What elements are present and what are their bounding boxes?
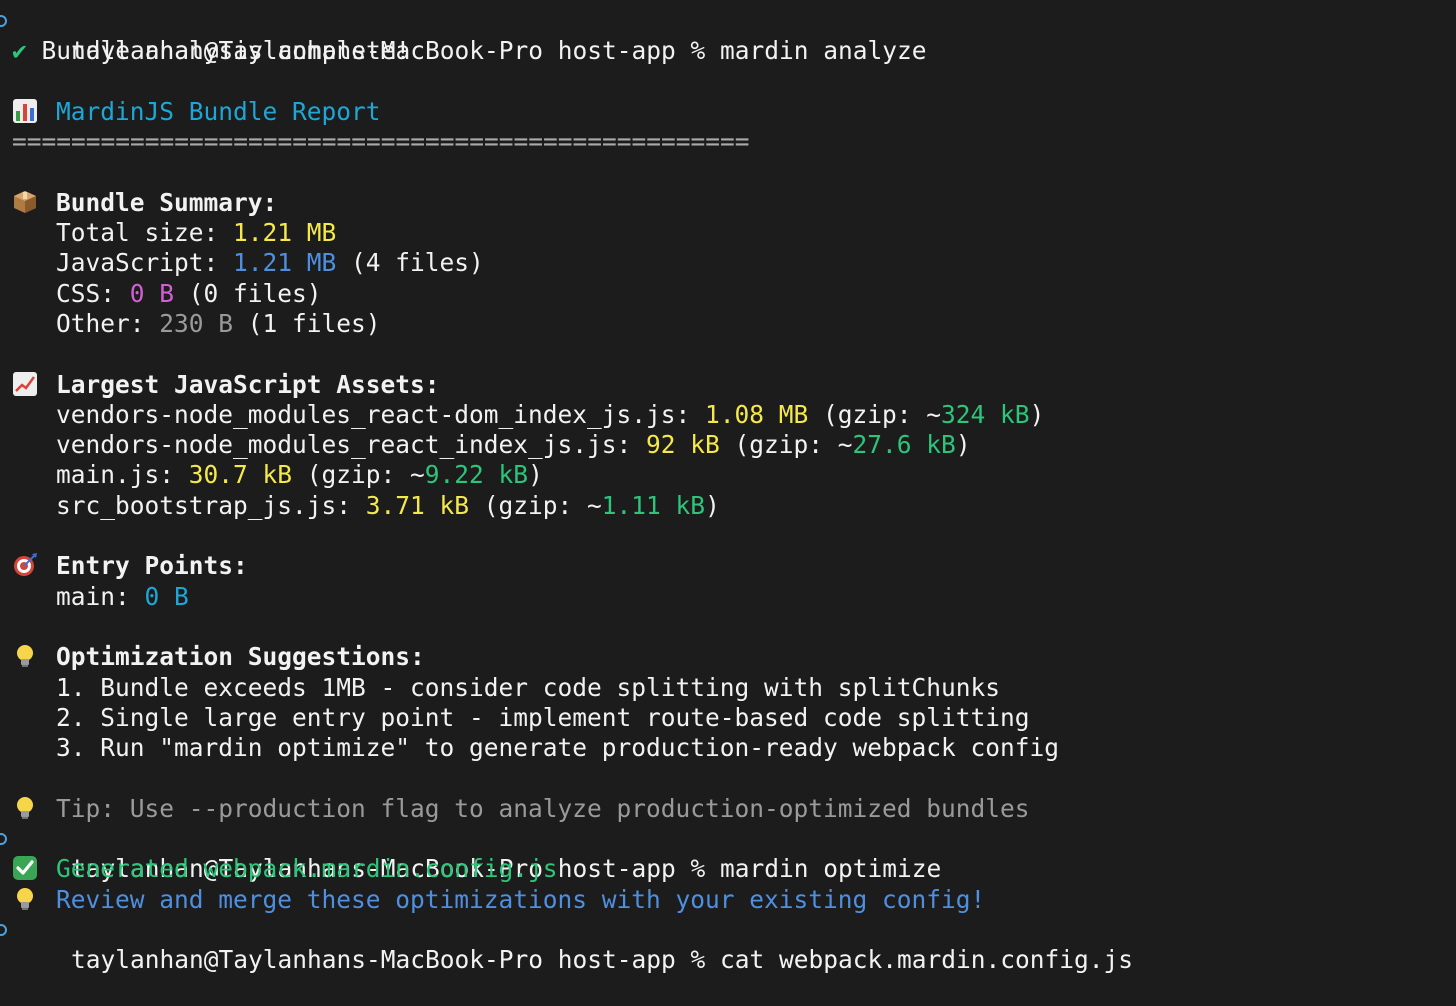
asset-gzip-size: 1.11 kB — [601, 490, 706, 520]
light-bulb-icon — [12, 795, 40, 821]
css-files: (0 files) — [174, 278, 322, 308]
asset-size: 3.71 kB — [365, 490, 470, 520]
javascript-label: JavaScript: — [56, 248, 234, 278]
prompt: taylanhan@Taylanhans-MacBook-Pro host-ap… — [71, 945, 721, 975]
suggestions-heading: Optimization Suggestions: — [56, 642, 425, 672]
asset-gzip-label: (gzip: ~ — [719, 430, 853, 460]
asset-name: vendors-node_modules_react_index_js.js: — [56, 430, 647, 460]
entry-label: main: — [56, 581, 145, 611]
suggestion-item: 3. Run "mardin optimize" to generate pro… — [56, 733, 1060, 763]
package-icon — [12, 189, 40, 215]
suggestions-heading-line: Optimization Suggestions: — [0, 642, 1456, 672]
css-value: 0 B — [129, 278, 175, 308]
asset-gzip-label: (gzip: ~ — [808, 399, 942, 429]
asset-row: vendors-node_modules_react-dom_index_js.… — [0, 400, 1456, 430]
prompt-marker-icon — [0, 15, 7, 27]
asset-gzip-size: 9.22 kB — [424, 460, 529, 490]
bar-chart-icon — [12, 98, 40, 124]
other-files: (1 files) — [233, 308, 381, 338]
prompt-line: taylanhan@Taylanhans-MacBook-Pro host-ap… — [0, 6, 1456, 65]
review-text: Review and merge these optimizations wit… — [56, 884, 986, 914]
asset-gzip-size: 324 kB — [941, 399, 1030, 429]
review-line: Review and merge these optimizations wit… — [0, 885, 1456, 915]
terminal-output[interactable]: taylanhan@Taylanhans-MacBook-Pro host-ap… — [0, 6, 1456, 974]
total-size-label: Total size: — [56, 218, 234, 248]
chart-increasing-icon — [12, 371, 40, 397]
entry-row: main: 0 B — [0, 582, 1456, 612]
status-line: ✔ Bundle analysis complete! — [0, 36, 1456, 66]
light-bulb-icon — [12, 643, 40, 669]
asset-row: vendors-node_modules_react_index_js.js: … — [0, 430, 1456, 460]
asset-size: 1.08 MB — [705, 399, 809, 429]
asset-gzip-label: (gzip: ~ — [469, 490, 602, 520]
check-box-icon — [12, 855, 40, 881]
asset-close: ) — [955, 430, 971, 460]
generated-line: Generated webpack.mardin.config.js — [0, 854, 1456, 884]
other-value: 230 B — [159, 308, 234, 338]
entry-heading: Entry Points: — [56, 551, 248, 581]
asset-close: ) — [528, 460, 543, 490]
generated-text: Generated webpack.mardin.config.js — [56, 854, 558, 884]
report-title: MardinJS Bundle Report — [56, 96, 381, 126]
asset-name: vendors-node_modules_react-dom_index_js.… — [56, 399, 706, 429]
total-size-value: 1.21 MB — [233, 218, 337, 248]
other-row: Other: 230 B (1 files) — [0, 309, 1456, 339]
prompt-line: taylanhan@Taylanhans-MacBook-Pro host-ap… — [0, 915, 1456, 974]
status-text: Bundle analysis complete! — [41, 36, 411, 66]
assets-heading-line: Largest JavaScript Assets: — [0, 370, 1456, 400]
asset-close: ) — [1029, 399, 1045, 429]
prompt-marker-icon — [0, 833, 7, 846]
css-row: CSS: 0 B (0 files) — [0, 279, 1456, 309]
asset-row: src_bootstrap_js.js: 3.71 kB (gzip: ~1.1… — [0, 491, 1456, 521]
asset-size: 30.7 kB — [188, 460, 293, 490]
suggestion-item: 2. Single large entry point - implement … — [56, 702, 1030, 732]
asset-name: src_bootstrap_js.js: — [56, 490, 366, 520]
asset-name: main.js: — [56, 460, 189, 490]
summary-heading: Bundle Summary: — [56, 187, 278, 217]
total-size-row: Total size: 1.21 MB — [0, 218, 1456, 248]
javascript-files: (4 files) — [336, 248, 484, 278]
assets-heading: Largest JavaScript Assets: — [56, 369, 440, 399]
asset-close: ) — [705, 490, 720, 520]
other-label: Other: — [56, 308, 160, 338]
entry-heading-line: Entry Points: — [0, 551, 1456, 581]
command: cat webpack.mardin.config.js — [720, 945, 1134, 975]
checkmark-icon: ✔ — [12, 36, 27, 66]
css-label: CSS: — [56, 278, 130, 308]
summary-heading-line: Bundle Summary: — [0, 188, 1456, 218]
asset-row: main.js: 30.7 kB (gzip: ~9.22 kB) — [0, 460, 1456, 490]
report-title-line: MardinJS Bundle Report — [0, 97, 1456, 127]
asset-gzip-size: 27.6 kB — [852, 430, 956, 460]
prompt-line: taylanhan@Taylanhans-MacBook-Pro host-ap… — [0, 824, 1456, 883]
javascript-value: 1.21 MB — [233, 248, 337, 278]
tip-line: Tip: Use --production flag to analyze pr… — [0, 794, 1456, 824]
prompt-marker-icon — [0, 923, 7, 936]
entry-value: 0 B — [144, 581, 189, 611]
light-bulb-icon — [12, 886, 40, 912]
divider: ========================================… — [12, 127, 750, 157]
target-icon — [12, 552, 40, 578]
javascript-row: JavaScript: 1.21 MB (4 files) — [0, 248, 1456, 278]
asset-gzip-label: (gzip: ~ — [292, 460, 425, 490]
tip-text: Tip: Use --production flag to analyze pr… — [56, 793, 1030, 823]
suggestion-item: 1. Bundle exceeds 1MB - consider code sp… — [56, 672, 1001, 702]
asset-size: 92 kB — [646, 430, 720, 460]
